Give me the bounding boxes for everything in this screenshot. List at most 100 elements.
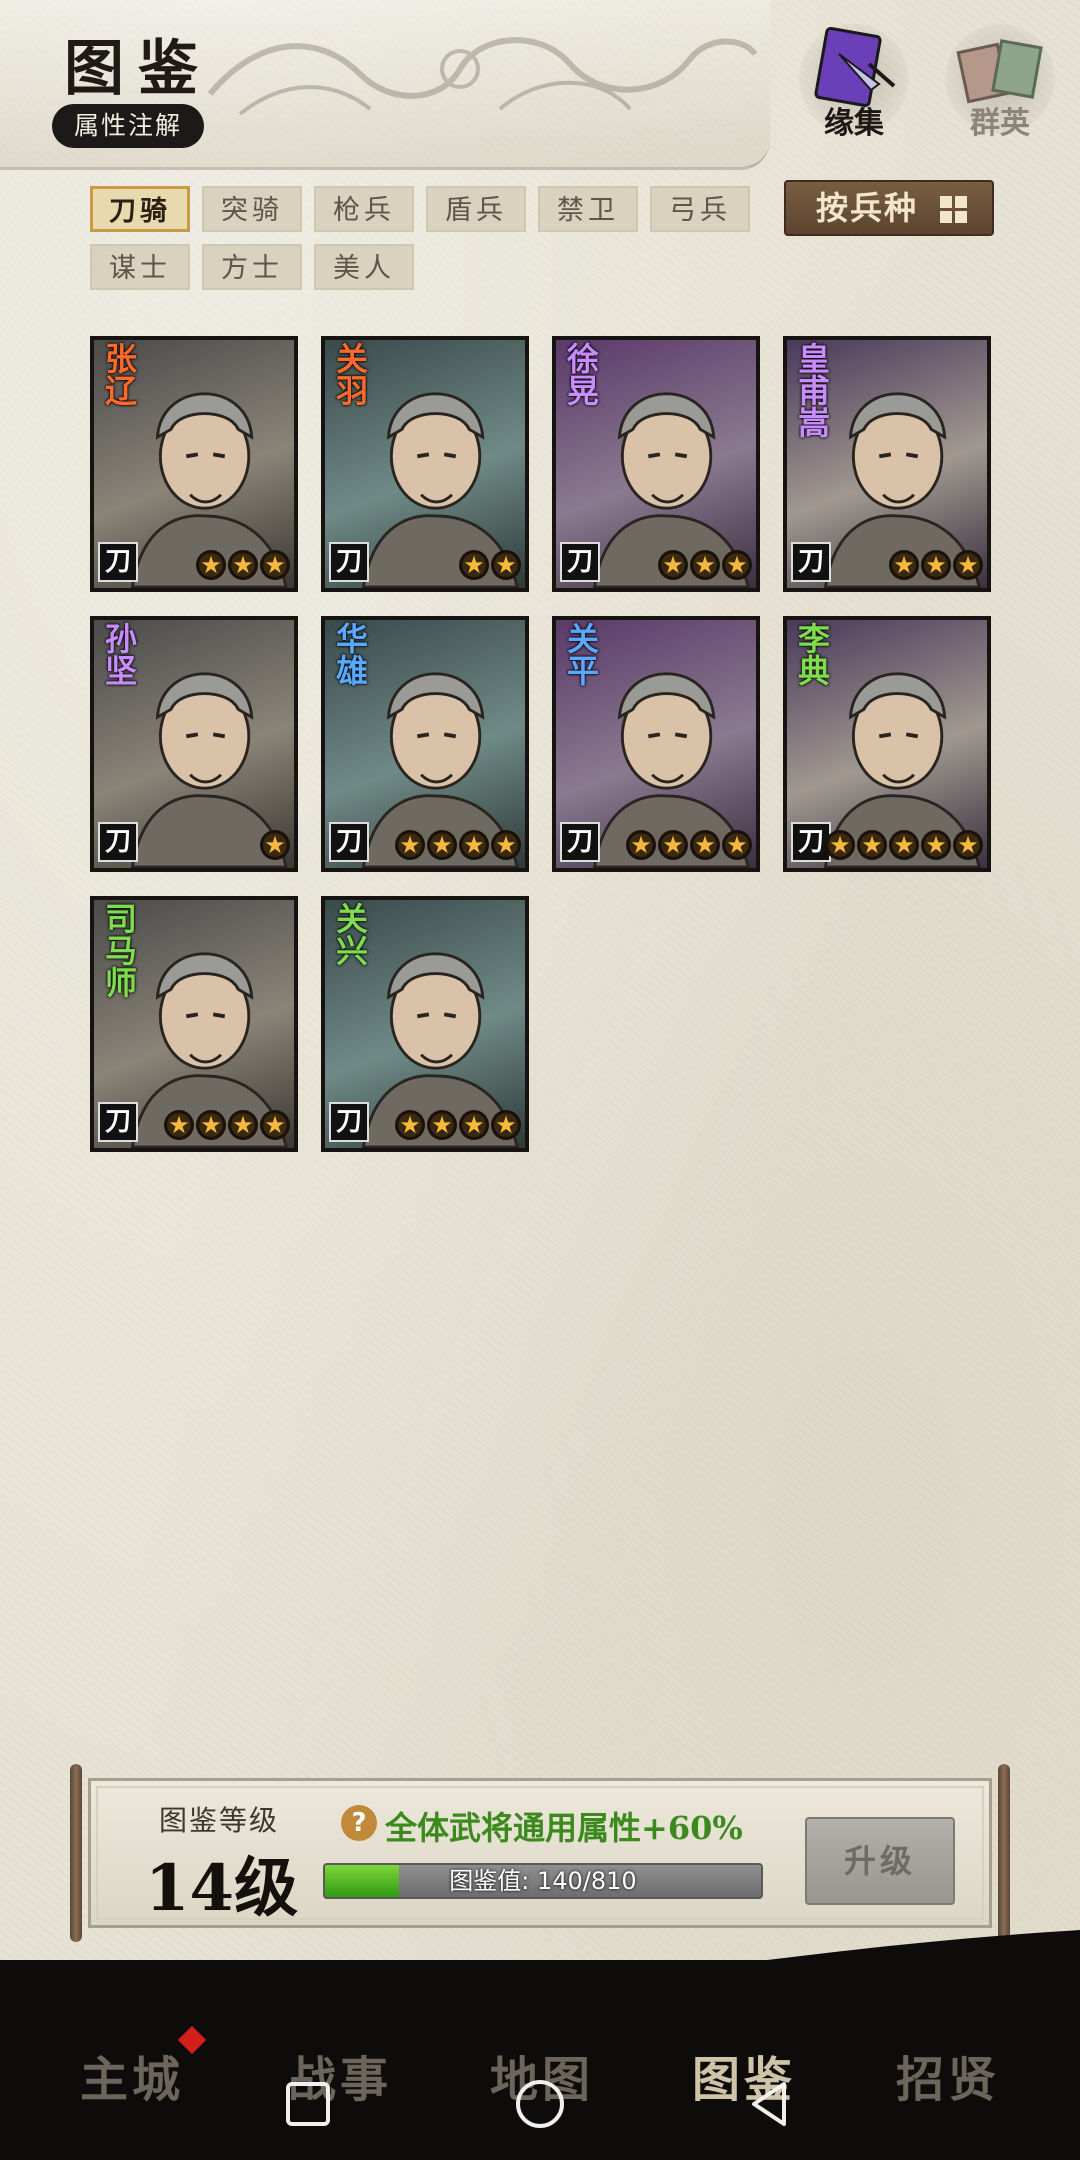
filter-tab-mou-shi[interactable]: 谋士 [90, 244, 190, 290]
hero-name: 李典 [793, 622, 831, 686]
hero-name: 华雄 [331, 622, 369, 686]
codex-progress-label: 图鉴值: 140/810 [449, 1867, 637, 1895]
hero-card[interactable]: 关兴刀 ★ ★ ★ ★ [321, 896, 529, 1152]
heroes-label: 群英 [970, 106, 1030, 141]
page-title: 图鉴 [64, 34, 212, 104]
home-icon[interactable] [514, 2078, 566, 2130]
hero-card[interactable]: 李典刀 ★ ★ ★ ★ ★ [783, 616, 991, 872]
star-icon: ★ [889, 830, 919, 860]
heroes-button[interactable]: 群英 [940, 24, 1060, 144]
hero-name: 关兴 [331, 902, 369, 966]
codex-level-caption: 图鉴等级 [159, 1804, 280, 1837]
star-icon: ★ [427, 830, 457, 860]
star-icon: ★ [491, 830, 521, 860]
grid-icon [940, 196, 968, 224]
star-icon: ★ [395, 830, 425, 860]
hero-stars: ★ ★ ★ ★ [395, 830, 521, 860]
filter-tab-jin-wei[interactable]: 禁卫 [538, 186, 638, 232]
star-icon: ★ [722, 550, 752, 580]
star-icon: ★ [196, 1110, 226, 1140]
star-icon: ★ [889, 550, 919, 580]
hero-stars: ★ ★ ★ ★ [164, 1110, 290, 1140]
hero-stars: ★ ★ ★ [196, 550, 290, 580]
star-icon: ★ [690, 830, 720, 860]
help-icon[interactable]: ? [341, 1805, 377, 1841]
collection-button[interactable]: 缘集 [794, 24, 914, 144]
hero-stars: ★ ★ [459, 550, 521, 580]
star-icon: ★ [953, 550, 983, 580]
star-icon: ★ [921, 830, 951, 860]
hero-stars: ★ ★ ★ ★ [395, 1110, 521, 1140]
hero-stars: ★ ★ ★ [889, 550, 983, 580]
hero-name: 司马师 [100, 902, 138, 998]
hero-stars: ★ [260, 830, 290, 860]
sort-by-troop-label: 按兵种 [816, 189, 919, 227]
filter-tab-fang-shi[interactable]: 方士 [202, 244, 302, 290]
filter-tab-qiang-bing[interactable]: 枪兵 [314, 186, 414, 232]
star-icon: ★ [658, 550, 688, 580]
star-icon: ★ [953, 830, 983, 860]
bonus-text: 全体武将通用属性+60% [385, 1809, 743, 1847]
star-icon: ★ [857, 830, 887, 860]
star-icon: ★ [459, 1110, 489, 1140]
collection-label: 缘集 [824, 106, 884, 141]
filter-tab-dun-bing[interactable]: 盾兵 [426, 186, 526, 232]
star-icon: ★ [658, 830, 688, 860]
nav-main-city[interactable]: 主城 [62, 2040, 202, 2110]
star-icon: ★ [260, 1110, 290, 1140]
hero-name: 皇甫嵩 [793, 342, 831, 438]
troop-type-badge: 刀 [98, 822, 138, 862]
attribute-notes-button[interactable]: 属性注解 [52, 104, 204, 148]
star-icon: ★ [196, 550, 226, 580]
troop-type-badge: 刀 [98, 542, 138, 582]
nav-recruit[interactable]: 招贤 [878, 2040, 1018, 2110]
troop-type-badge: 刀 [98, 1102, 138, 1142]
star-icon: ★ [690, 550, 720, 580]
star-icon: ★ [427, 1110, 457, 1140]
star-icon: ★ [491, 550, 521, 580]
star-icon: ★ [491, 1110, 521, 1140]
hero-card[interactable]: 关羽刀 ★ ★ [321, 336, 529, 592]
hero-card[interactable]: 皇甫嵩刀 ★ ★ ★ [783, 336, 991, 592]
filter-tab-gong-bing[interactable]: 弓兵 [650, 186, 750, 232]
hero-card[interactable]: 华雄刀 ★ ★ ★ ★ [321, 616, 529, 872]
codex-level-panel: 图鉴等级 14级 ? 全体武将通用属性+60% 图鉴值: 140/810 升级 [88, 1778, 992, 1928]
filter-tab-tu-qi[interactable]: 突骑 [202, 186, 302, 232]
sort-by-troop-button[interactable]: 按兵种 [784, 180, 994, 236]
troop-type-badge: 刀 [329, 542, 369, 582]
star-icon: ★ [722, 830, 752, 860]
filter-tab-dao-qi[interactable]: 刀骑 [90, 186, 190, 232]
codex-progress-bar: 图鉴值: 140/810 [323, 1863, 763, 1899]
troop-type-badge: 刀 [560, 822, 600, 862]
star-icon: ★ [260, 550, 290, 580]
hero-stars: ★ ★ ★ ★ ★ [825, 830, 983, 860]
hero-name: 徐晃 [562, 342, 600, 406]
hero-card[interactable]: 张辽刀 ★ ★ ★ [90, 336, 298, 592]
hero-name: 张辽 [100, 342, 138, 406]
hero-name: 关平 [562, 622, 600, 686]
hero-name: 孙坚 [100, 622, 138, 686]
star-icon: ★ [459, 550, 489, 580]
filter-tab-mei-ren[interactable]: 美人 [314, 244, 414, 290]
troop-type-badge: 刀 [560, 542, 600, 582]
hero-card[interactable]: 徐晃刀 ★ ★ ★ [552, 336, 760, 592]
hero-stars: ★ ★ ★ [658, 550, 752, 580]
troop-type-badge: 刀 [329, 822, 369, 862]
star-icon: ★ [260, 830, 290, 860]
hero-card[interactable]: 关平刀 ★ ★ ★ ★ [552, 616, 760, 872]
hero-stars: ★ ★ ★ ★ [626, 830, 752, 860]
back-icon[interactable] [744, 2078, 796, 2130]
cloud-ornament-icon [207, 37, 758, 116]
hero-name: 关羽 [331, 342, 369, 406]
hero-card[interactable]: 孙坚刀 ★ [90, 616, 298, 872]
troop-type-badge: 刀 [329, 1102, 369, 1142]
star-icon: ★ [395, 1110, 425, 1140]
star-icon: ★ [825, 830, 855, 860]
upgrade-button[interactable]: 升级 [805, 1817, 955, 1905]
troop-type-badge: 刀 [791, 542, 831, 582]
star-icon: ★ [228, 1110, 258, 1140]
hero-card[interactable]: 司马师刀 ★ ★ ★ ★ [90, 896, 298, 1152]
star-icon: ★ [459, 830, 489, 860]
star-icon: ★ [164, 1110, 194, 1140]
recent-apps-icon[interactable] [282, 2078, 334, 2130]
